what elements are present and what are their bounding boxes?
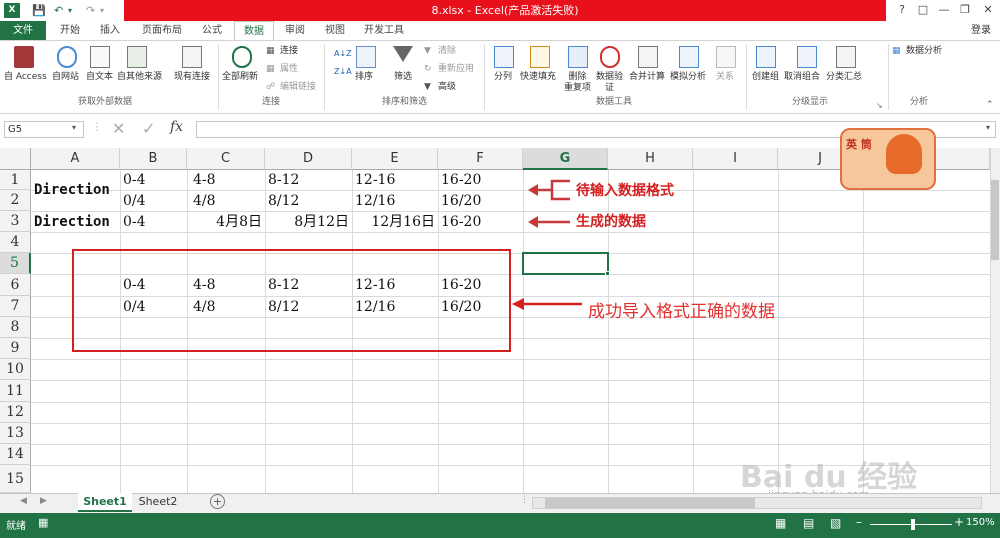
- sheet-tab-sheet1[interactable]: Sheet1: [78, 493, 132, 512]
- sticker-text: 英 筒: [846, 138, 872, 151]
- sheet-scroll-right-icon[interactable]: ▶: [40, 496, 47, 506]
- normal-view-icon[interactable]: ▦: [775, 516, 786, 530]
- status-ready: 就绪: [6, 521, 26, 532]
- horizontal-scroll-thumb[interactable]: [545, 498, 755, 508]
- bracket-arrowhead-icon: [528, 184, 538, 196]
- add-sheet-icon[interactable]: +: [210, 494, 225, 509]
- zoom-in-button[interactable]: +: [954, 515, 964, 529]
- tab-split-icon[interactable]: ⋮: [520, 495, 529, 505]
- fox-mascot-icon: [886, 134, 922, 174]
- vertical-scroll-thumb[interactable]: [991, 180, 999, 260]
- page-break-view-icon[interactable]: ▧: [830, 516, 841, 530]
- annotation-generated-data: 生成的数据: [576, 214, 646, 230]
- zoom-slider-thumb[interactable]: [911, 519, 915, 530]
- success-highlight-box: [72, 249, 511, 352]
- sheet-tab-sheet2[interactable]: Sheet2: [134, 493, 182, 512]
- success-arrowhead-icon: [512, 298, 524, 310]
- generated-arrowhead-icon: [528, 216, 538, 228]
- zoom-out-button[interactable]: –: [856, 515, 862, 529]
- macro-record-icon[interactable]: ▦: [38, 516, 48, 529]
- page-layout-view-icon[interactable]: ▤: [803, 516, 814, 530]
- sheet-scroll-left-icon[interactable]: ◀: [20, 496, 27, 506]
- annotation-success: 成功导入格式正确的数据: [588, 302, 775, 322]
- annotation-input-format: 待输入数据格式: [576, 183, 674, 199]
- zoom-level[interactable]: 150%: [966, 517, 995, 528]
- status-bar: [0, 513, 1000, 538]
